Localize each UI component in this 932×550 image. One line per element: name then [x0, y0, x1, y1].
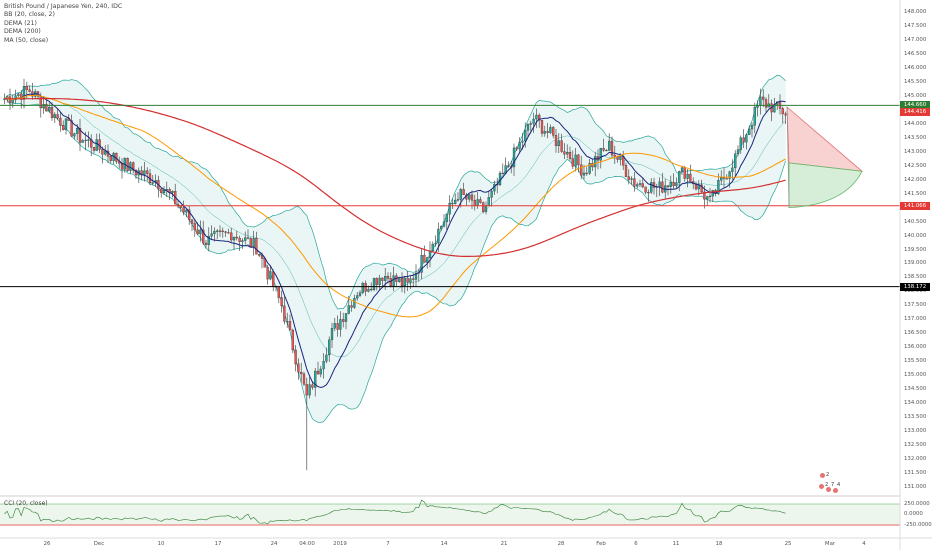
candle[interactable] — [249, 237, 252, 248]
event-flag-count: 4 — [837, 482, 841, 488]
event-flag-icon[interactable] — [819, 484, 824, 489]
price-tick: 133.500 — [904, 414, 927, 421]
price-tick: 147.500 — [904, 22, 927, 29]
time-tick: 24 — [270, 541, 278, 547]
price-tick: 132.500 — [904, 442, 927, 449]
time-tick: 04:00 — [299, 541, 315, 547]
osc-tick: 0.0000 — [904, 511, 923, 517]
time-axis[interactable]: 26 Dec 10 17 24 04:00 2019 7 14 21 28 Feb 6 11 18 25 Mar… — [0, 539, 900, 550]
candle[interactable] — [302, 371, 306, 387]
symbol-title[interactable]: British Pound / Japanese Yen, 240, IDC — [4, 3, 122, 11]
event-flag-icon[interactable] — [833, 488, 838, 493]
time-tick: 14 — [440, 541, 448, 547]
price-tick: 139.000 — [904, 260, 927, 267]
time-tick: Mar — [824, 541, 836, 547]
event-flag-count: 2 — [825, 482, 829, 488]
price-tick: 136.500 — [904, 330, 927, 337]
price-tag[interactable]: 138.172 — [900, 282, 930, 291]
price-tick: 131.000 — [904, 484, 927, 490]
price-tick: 147.000 — [904, 36, 927, 43]
price-tick: 142.500 — [904, 162, 927, 169]
price-tick: 143.000 — [904, 148, 927, 155]
event-flags[interactable]: 2 2 7 4 — [818, 472, 848, 495]
time-tick: 26 — [43, 541, 51, 547]
candle[interactable] — [482, 201, 485, 214]
time-tick: 10 — [157, 541, 165, 547]
indicator-bb[interactable]: BB (20, close, 2) — [4, 11, 122, 19]
time-tick: 18 — [715, 541, 723, 547]
candle[interactable] — [498, 170, 502, 187]
time-tick: 17 — [214, 541, 222, 547]
price-tag[interactable]: 141.066 — [900, 201, 930, 210]
time-tick: Dec — [93, 541, 105, 547]
oscillator-label[interactable]: CCI (20, close) — [4, 500, 48, 507]
candle[interactable] — [291, 328, 294, 354]
time-tick: 28 — [557, 541, 565, 547]
osc-tick: 250.0000 — [904, 501, 930, 507]
price-chart[interactable] — [0, 0, 932, 550]
price-tick: 144.000 — [904, 120, 927, 127]
event-flag-count: 2 — [826, 472, 830, 478]
indicator-dema21[interactable]: DEMA (21) — [4, 20, 122, 28]
time-tick: Feb — [596, 541, 606, 547]
price-tick: 148.000 — [904, 9, 927, 15]
price-tick: 145.000 — [904, 92, 927, 99]
time-tick: 7 — [386, 541, 390, 547]
price-tick: 145.500 — [904, 78, 927, 85]
price-tick: 135.500 — [904, 358, 927, 365]
candle[interactable] — [372, 277, 376, 292]
price-tick: 134.500 — [904, 386, 927, 393]
price-tick: 134.000 — [904, 400, 927, 407]
cci-band — [0, 504, 900, 525]
price-tick: 133.000 — [904, 428, 927, 435]
indicator-dema200[interactable]: DEMA (200) — [4, 28, 122, 36]
time-tick: 2019 — [333, 541, 347, 547]
candle[interactable] — [361, 281, 364, 295]
price-tick: 132.000 — [904, 456, 927, 463]
price-axis[interactable]: 148.000 147.500 147.000 146.500 146.000 145.5… — [899, 0, 932, 550]
price-tick: 146.000 — [904, 64, 927, 71]
price-tick: 140.500 — [904, 218, 927, 225]
event-flag-count: 7 — [831, 482, 835, 488]
price-tick: 139.500 — [904, 246, 927, 253]
price-tick: 142.000 — [904, 176, 927, 183]
chart-legend: British Pound / Japanese Yen, 240, IDC B… — [4, 3, 122, 45]
cci-oscillator — [0, 499, 900, 526]
price-tick: 140.000 — [904, 232, 927, 239]
time-tick: 25 — [784, 541, 792, 547]
price-tag[interactable]: 144.416 — [900, 108, 930, 117]
price-tick: 137.000 — [904, 316, 927, 323]
event-flag-icon[interactable] — [820, 473, 825, 478]
price-tick: 135.000 — [904, 372, 927, 379]
price-tick: 131.500 — [904, 470, 927, 477]
indicator-ma50[interactable]: MA (50, close) — [4, 37, 122, 45]
price-tick: 137.500 — [904, 302, 927, 309]
candle[interactable] — [126, 157, 129, 173]
price-tick: 138.500 — [904, 274, 927, 281]
time-tick: 21 — [500, 541, 508, 547]
osc-tick: -250.0000 — [904, 522, 932, 528]
time-tick: 4 — [862, 541, 866, 547]
price-tick: 141.500 — [904, 190, 927, 197]
price-tick: 136.000 — [904, 344, 927, 351]
time-tick: 6 — [634, 541, 638, 547]
price-tick: 143.500 — [904, 134, 927, 141]
time-tick: 11 — [672, 541, 680, 547]
price-tick: 146.500 — [904, 50, 927, 57]
